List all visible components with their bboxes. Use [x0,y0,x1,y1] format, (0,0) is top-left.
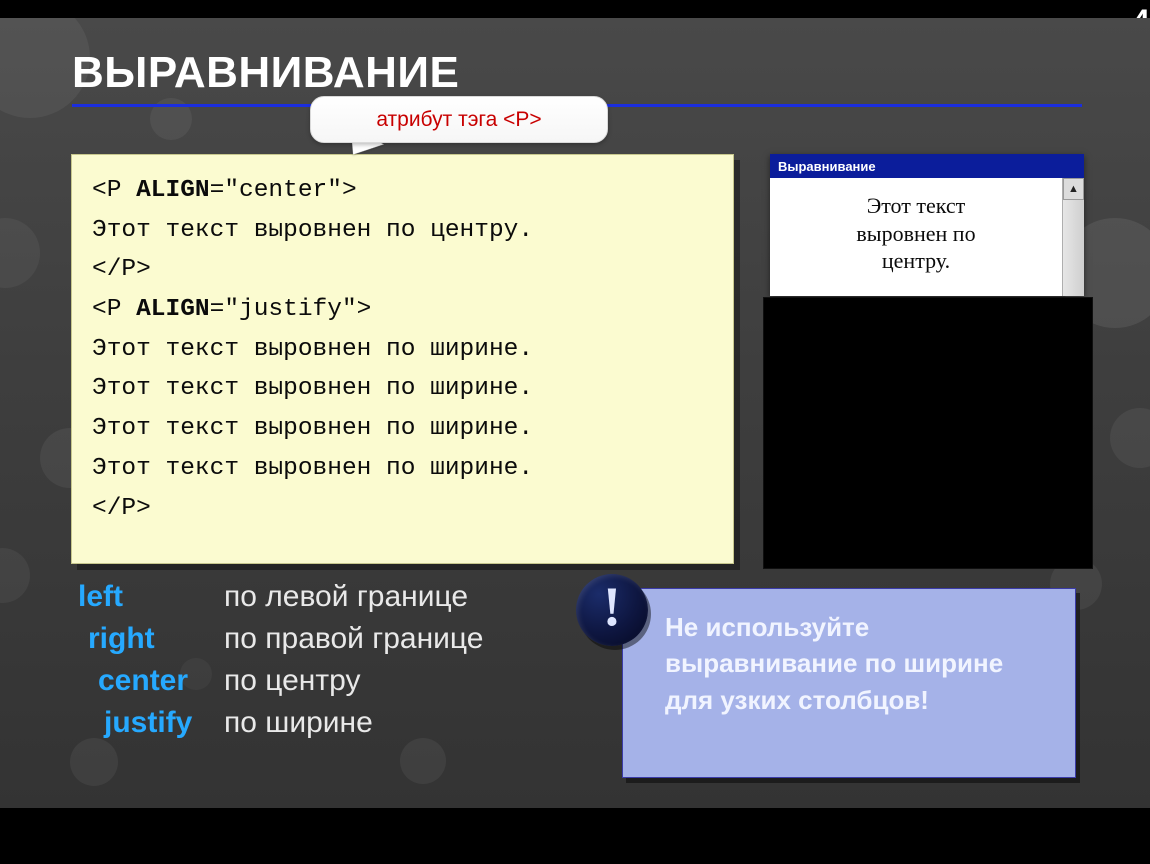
exclamation-icon: ! [603,575,622,639]
legend-row: right по правой границе [78,618,483,660]
legend-desc: по ширине [224,702,373,744]
code-content: <P ALIGN="center"> Этот текст выровнен п… [71,154,734,564]
browser-titlebar: Выравнивание [770,154,1084,178]
legend-keyword: center [78,660,224,702]
warning-text: Не используйте выравнивание по ширине дл… [665,612,1003,715]
legend-desc: по центру [224,660,360,702]
scroll-up-button[interactable]: ▲ [1063,178,1084,200]
callout-bubble: атрибут тэга <P> [310,96,608,143]
legend-row: left по левой границе [78,576,483,618]
align-legend: left по левой границе right по правой гр… [78,576,483,744]
callout-prefix: атрибут тэга [376,108,503,131]
preview-line: Этот текст [867,193,966,218]
legend-row: center по центру [78,660,483,702]
legend-keyword: right [78,618,224,660]
legend-desc: по левой границе [224,576,468,618]
preview-line: выровнен по [856,221,975,246]
slide-body: ВЫРАВНИВАНИЕ атрибут тэга <P> <P ALIGN="… [0,18,1150,808]
browser-preview: Выравнивание Этот текст выровнен по цент… [770,154,1084,296]
callout-tag: <P> [503,108,542,131]
slide-stage: 4 ВЫРАВНИВАНИЕ атрибут тэга <P> <P ALIGN… [0,0,1150,864]
slide-title: ВЫРАВНИВАНИЕ [72,48,459,98]
legend-desc: по правой границе [224,618,483,660]
browser-title: Выравнивание [778,159,876,174]
browser-client-area: Этот текст выровнен по центру. [770,178,1062,296]
legend-row: justify по ширине [78,702,483,744]
empty-black-panel [763,297,1093,569]
legend-keyword: justify [78,702,224,744]
browser-scrollbar[interactable]: ▲ [1062,178,1084,296]
legend-keyword: left [78,576,224,618]
code-block: <P ALIGN="center"> Этот текст выровнен п… [71,154,734,564]
warning-icon: ! [576,574,648,646]
preview-line: центру. [882,248,950,273]
warning-panel: Не используйте выравнивание по ширине дл… [622,588,1076,778]
